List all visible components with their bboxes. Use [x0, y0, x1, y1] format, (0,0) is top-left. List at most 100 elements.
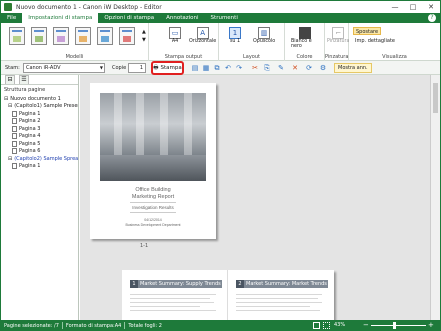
status-total-sheets: Totale fogli: 2 — [128, 322, 162, 329]
group-label-stampa-output: Stampa output — [164, 54, 203, 60]
tree-item-label: Pagina 3 — [19, 125, 41, 132]
printer-value: Canon iR-ADV — [26, 65, 61, 71]
template-thumbnail[interactable] — [97, 27, 113, 45]
page-icon — [12, 118, 17, 125]
copies-label: Copie — [112, 65, 127, 71]
tab-strumenti[interactable]: Strumenti — [205, 13, 244, 23]
group-layout: 1 su 1 ▥ Opuscolo Layout — [219, 23, 285, 61]
tree-page-item[interactable]: Pagina 1 — [1, 163, 78, 171]
help-icon[interactable]: ? — [428, 14, 436, 22]
tree-item-label: (Capitolo1) Sample Presentation — [14, 103, 78, 110]
tree-page-item[interactable]: Pagina 4 — [1, 133, 78, 141]
cover-title-line1: Office Building — [135, 187, 171, 193]
move-button[interactable]: Spostare — [353, 27, 382, 35]
spread-left-title: Market Summary: Supply Trends — [140, 281, 221, 287]
close-button[interactable]: ✕ — [422, 1, 440, 13]
page-icon — [12, 140, 17, 147]
maximize-button[interactable]: □ — [404, 1, 422, 13]
page-number-label: 1-1 — [140, 243, 149, 249]
tab-annotazioni[interactable]: Annotazioni — [160, 13, 204, 23]
minimize-button[interactable]: — — [386, 1, 404, 13]
scroll-up-icon[interactable]: ▲ — [142, 29, 146, 35]
edit-icon[interactable]: ✎ — [277, 64, 285, 72]
copies-input[interactable]: 1 — [128, 63, 146, 73]
tree-document-item[interactable]: ⊟ Nuovo documento 1 — [1, 95, 78, 103]
status-selected-pages: Pagine selezionate: /7 — [4, 322, 59, 329]
paper-size-button[interactable]: ▭ A4 — [169, 27, 181, 44]
tree-page-item[interactable]: Pagina 5 — [1, 140, 78, 148]
spread-right-header: 2 Market Summary: Market Trends — [236, 280, 328, 288]
orientation-label: Orizzontale — [189, 39, 217, 44]
tab-opzioni-di-stampa[interactable]: Opzioni di stampa — [98, 13, 160, 23]
rotate-icon[interactable]: ⟳ — [305, 64, 313, 72]
zoom-in-icon[interactable]: + — [428, 321, 434, 329]
duplex-button[interactable]: ▥ Opuscolo — [253, 27, 275, 44]
orientation-button[interactable]: A Orizzontale — [189, 27, 216, 44]
show-annotations-button[interactable]: Mostra ann. — [334, 63, 372, 73]
tab-bookmarks[interactable]: ☰ — [19, 75, 29, 84]
tree-page-item[interactable]: Pagina 6 — [1, 148, 78, 156]
settings-icon[interactable]: ⚙ — [319, 64, 327, 72]
zoom-slider-handle[interactable] — [393, 322, 396, 329]
spread-right-number: 2 — [236, 280, 244, 288]
pages-per-sheet-button[interactable]: 1 su 1 — [229, 27, 241, 44]
template-thumbnail[interactable] — [31, 27, 47, 45]
tree-page-item[interactable]: Pagina 1 — [1, 110, 78, 118]
page-structure-panel: ⊟ ☰ Struttura pagine ⊟ Nuovo documento 1 ⊟… — [1, 75, 79, 320]
zoom-slider[interactable] — [371, 325, 426, 326]
stapling-button[interactable]: ⌐ Pinzatura — [327, 27, 349, 44]
printer-label: Stam: — [5, 65, 20, 71]
paste-icon[interactable]: ⎘ — [263, 64, 271, 72]
scrollbar-thumb[interactable] — [433, 83, 438, 113]
cover-date: 04/12/2014 — [144, 218, 162, 222]
printer-select[interactable]: Canon iR-ADV ▼ — [23, 63, 105, 73]
zoom-level: 43% — [334, 322, 346, 328]
tab-impostazioni-di-stampa[interactable]: Impostazioni di stampa — [22, 13, 99, 23]
tree-chapter-item[interactable]: ⊟(Capitolo2) Sample Spread Or — [1, 155, 78, 163]
status-bar: Pagine selezionate: /7 Formato di stampa… — [1, 320, 440, 330]
staple-icon: ⌐ — [332, 27, 345, 39]
delete-icon[interactable]: ✕ — [291, 64, 299, 72]
layout-sub-label: su 1 — [229, 39, 241, 44]
redo-icon[interactable]: ↷ — [235, 64, 243, 72]
page-icon — [12, 163, 17, 170]
color-mode-button[interactable]: Bianco e nero — [291, 27, 319, 49]
group-label-visualizza: Visualizza — [382, 54, 407, 60]
template-thumbnail[interactable] — [119, 27, 135, 45]
template-thumbnail[interactable] — [53, 27, 69, 45]
tree-item-label: Pagina 4 — [19, 133, 41, 140]
preview-canvas: Office Building Marketing Report Investi… — [80, 75, 431, 320]
page-icon — [12, 125, 17, 132]
status-print-format: Formato di stampa:A4 — [65, 322, 122, 329]
app-window: Nuovo documento 1 - Canon iW Desktop - E… — [0, 0, 441, 331]
tree-page-item[interactable]: Pagina 2 — [1, 118, 78, 126]
preview-spread[interactable]: 1 Market Summary: Supply Trends 2 Market… — [122, 270, 334, 320]
tree-item-label: Pagina 6 — [19, 148, 41, 155]
tree-item-label: Nuovo documento 1 — [10, 95, 61, 102]
template-thumbnail[interactable] — [75, 27, 91, 45]
print-button[interactable]: 🖶 Stampa — [151, 61, 184, 75]
tab-file[interactable]: File — [1, 13, 22, 23]
zoom-out-icon[interactable]: − — [363, 321, 369, 329]
page-icon[interactable]: ▤ — [191, 64, 199, 72]
group-label-pinzatura: Pinzatura — [325, 54, 349, 60]
template-thumbnail[interactable] — [9, 27, 25, 45]
cut-icon[interactable]: ✂ — [251, 64, 259, 72]
fit-view-icon[interactable] — [323, 322, 330, 329]
document-icon[interactable]: ▦ — [202, 64, 210, 72]
tree-page-item[interactable]: Pagina 3 — [1, 125, 78, 133]
detailed-settings-button[interactable]: Imp. dettagliate — [353, 37, 397, 45]
copy-icon[interactable]: ⧉ — [213, 64, 221, 72]
collapse-icon: ⊟ — [8, 155, 13, 162]
page-view-icon[interactable] — [313, 322, 320, 329]
undo-icon[interactable]: ↶ — [224, 64, 232, 72]
tree-chapter-item[interactable]: ⊟(Capitolo1) Sample Presentation — [1, 103, 78, 111]
chevron-down-icon: ▼ — [99, 65, 103, 70]
vertical-scrollbar[interactable] — [430, 75, 440, 320]
layout-icon: 1 — [229, 27, 241, 39]
tab-page-tree[interactable]: ⊟ — [5, 75, 15, 84]
group-visualizza: Spostare Imp. dettagliate Visualizza — [349, 23, 440, 61]
scroll-down-icon[interactable]: ▼ — [142, 37, 146, 43]
page-icon — [12, 110, 17, 117]
preview-page[interactable]: Office Building Marketing Report Investi… — [90, 83, 216, 239]
